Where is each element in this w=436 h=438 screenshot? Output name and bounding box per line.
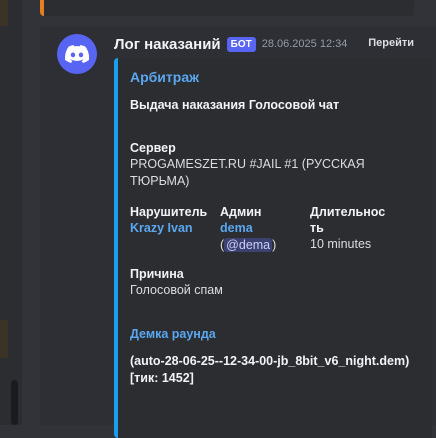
field-admin-label: Админ [220, 205, 262, 219]
left-panel [0, 0, 22, 425]
field-duration-label: Длительнос ть [310, 205, 386, 235]
previous-embed-accent-bar [40, 0, 44, 16]
inline-fields: Нарушитель Krazy Ivan Админ dema (@dema)… [130, 204, 422, 254]
field-reason-value: Голосовой спам [130, 283, 223, 297]
previous-embed [40, 0, 414, 16]
discord-logo-icon [65, 45, 89, 63]
admin-mention-line: (@dema) [220, 237, 310, 254]
admin-close-paren: ) [272, 238, 277, 252]
demo-file-name: (auto-28-06-25--12-34-00-jb_8bit_v6_nigh… [130, 354, 410, 385]
embed-title: Выдача наказания Голосовой чат [130, 98, 340, 112]
embed-card: Арбитраж Выдача наказания Голосовой чат … [114, 58, 432, 438]
message-header: Лог наказаний БОТ 28.06.2025 12:34 [114, 34, 347, 54]
field-reason-label: Причина [130, 267, 184, 281]
field-server-label: Сервер [130, 141, 176, 155]
field-offender: Нарушитель Krazy Ivan [130, 204, 220, 254]
embed-accent-bar [114, 58, 118, 438]
side-fragment [0, 320, 8, 358]
field-server: Сервер PROGAMESZET.RU #JAIL #1 (РУССКАЯ … [130, 140, 422, 190]
embed-author: Арбитраж [130, 69, 200, 85]
field-server-value: PROGAMESZET.RU #JAIL #1 (РУССКАЯ ТЮРЬМА) [130, 157, 365, 188]
field-duration-value: 10 minutes [310, 237, 372, 251]
offender-link[interactable]: Krazy Ivan [130, 220, 220, 237]
scrollbar-thumb[interactable] [11, 380, 18, 425]
chat-message: Лог наказаний БОТ 28.06.2025 12:34 Перей… [40, 26, 436, 438]
admin-mention[interactable]: @dema [224, 238, 273, 252]
timestamp: 28.06.2025 12:34 [261, 38, 348, 50]
field-reason: Причина Голосовой спам [130, 266, 422, 299]
avatar[interactable] [57, 34, 97, 74]
admin-link[interactable]: dema [220, 220, 310, 237]
field-offender-label: Нарушитель [130, 205, 208, 219]
username[interactable]: Лог наказаний [114, 36, 221, 53]
bot-badge: БОТ [226, 36, 256, 52]
demo-link[interactable]: Демка раунда [130, 327, 422, 341]
field-admin: Админ dema (@dema) [220, 204, 310, 254]
jump-button[interactable]: Перейти [368, 37, 414, 49]
prev-message-fragment [0, 0, 8, 26]
field-duration: Длительнос ть 10 minutes [310, 204, 400, 254]
